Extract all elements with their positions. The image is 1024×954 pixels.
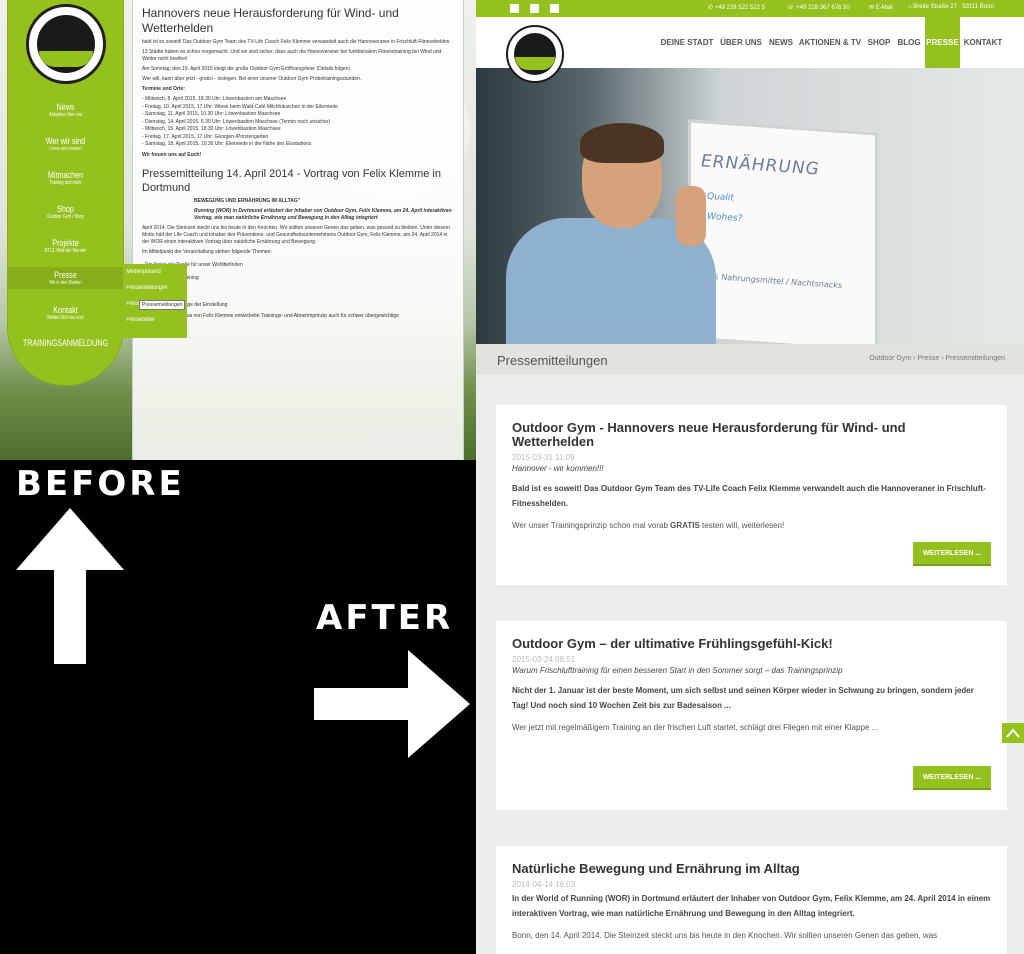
flipchart: ERNÄHRUNG - Qualit - Wohes? 50% Nahrungs… bbox=[688, 119, 878, 344]
nav-deine-stadt[interactable]: DEINE STADT bbox=[659, 17, 715, 68]
old-nav-wer-wir-sind[interactable]: Wer wir sind Lerne uns kennen bbox=[8, 136, 123, 152]
old-content-panel: Hannovers neue Herausforderung für Wind-… bbox=[132, 0, 464, 460]
old-article-title-2: Pressemitteilung 14. April 2014 - Vortra… bbox=[142, 167, 441, 194]
post-text: Wer jetzt mit regelmäßigem Training an d… bbox=[512, 723, 879, 732]
list-item: - Bewegung statt Training bbox=[142, 275, 199, 281]
read-more-button[interactable]: WEITERLESEN ... bbox=[913, 542, 991, 566]
list-item: - Mittwoch, 15. April 2015, 18.30 Uhr: L… bbox=[142, 126, 281, 132]
chevron-up-icon bbox=[1006, 728, 1020, 738]
site-logo[interactable] bbox=[506, 25, 564, 83]
list-item: - Die Natur als Quelle für unser Wohlbef… bbox=[142, 261, 243, 268]
post-title[interactable]: Natürliche Bewegung und Ernährung im All… bbox=[512, 862, 991, 876]
top-bar: ✆ +49 228 522 522 5 ☏ +49 228 367 676 50… bbox=[476, 0, 1024, 17]
instagram-icon[interactable] bbox=[530, 4, 539, 13]
post-card: Natürliche Bewegung und Ernährung im All… bbox=[496, 846, 1007, 954]
old-nav-trainingsanmeldung[interactable]: TRAININGSANMELDUNG bbox=[8, 338, 123, 348]
email-link[interactable]: ✉ E-Mail bbox=[869, 4, 893, 11]
old-paragraph: Am Sonntag, den 19. April 2015 steigt di… bbox=[142, 66, 352, 72]
old-nav-shop[interactable]: Shop Outdoor Gym / Shop bbox=[8, 204, 123, 220]
after-label: AFTER bbox=[316, 598, 454, 638]
after-screenshot: ✆ +49 228 522 522 5 ☏ +49 228 367 676 50… bbox=[476, 0, 1024, 954]
nav-news[interactable]: NEWS bbox=[766, 17, 796, 68]
facebook-icon[interactable] bbox=[510, 4, 519, 13]
nav-ueber-uns[interactable]: ÜBER UNS bbox=[717, 17, 765, 68]
breadcrumb: Outdoor Gym › Presse › Pressemitteilunge… bbox=[869, 355, 1005, 362]
flyout-item[interactable]: Pressebilder bbox=[123, 312, 177, 328]
before-label: BEFORE bbox=[16, 464, 185, 504]
post-title[interactable]: Outdoor Gym – der ultimative Frühlingsge… bbox=[512, 637, 991, 651]
right-arrow-icon bbox=[314, 650, 470, 758]
old-paragraph: Wer will, kann aber jetzt - gratis! - lo… bbox=[142, 76, 362, 82]
breadcrumb-current: Pressemitteilungen bbox=[945, 355, 1005, 362]
title-bar: Pressemitteilungen Outdoor Gym › Presse … bbox=[476, 344, 1024, 374]
old-nav-news[interactable]: News Aktuelles über uns bbox=[8, 102, 123, 118]
presenter-arm bbox=[676, 186, 706, 246]
comparison-image: News Aktuelles über uns Wer wir sind Lerne… bbox=[0, 0, 1024, 954]
presenter-hair bbox=[580, 123, 664, 163]
list-item: - Freitag, 17. April 2015, 17 Uhr: Georg… bbox=[142, 133, 269, 140]
old-paragraph: Wir freuen uns auf Euch! bbox=[142, 151, 202, 158]
old-nav-presse[interactable]: Presse Wir in den Medien bbox=[8, 267, 123, 289]
post-lead: Warum Frischlufttraining für einen besse… bbox=[512, 666, 843, 675]
post-title[interactable]: Outdoor Gym - Hannovers neue Herausforde… bbox=[512, 421, 991, 449]
list-item: - Mittwoch, 8. April 2015, 18.30 Uhr: Lö… bbox=[142, 96, 287, 102]
post-lead: Hannover - wir kommen!!! bbox=[512, 464, 604, 473]
old-paragraph: Running (WOR) in Dortmund erläutert der … bbox=[194, 207, 452, 221]
address: ⌂ Breite Straße 27 · 53111 Bonn bbox=[908, 4, 994, 10]
list-item: - Nie mehr Diät bbox=[142, 289, 454, 297]
flyout-item[interactable]: Pressemeldungen bbox=[123, 280, 177, 296]
old-paragraph: Im Mittelpunkt der Veranstaltung stehen … bbox=[142, 248, 272, 255]
old-paragraph: April 2014. Die Steinzeit steckt uns bis… bbox=[142, 224, 450, 245]
list-item: - Samstag, 11. April 2015, 10.30 Uhr: Lö… bbox=[142, 111, 281, 117]
nav-blog[interactable]: BLOG bbox=[895, 17, 923, 68]
old-topics-list: - Die Natur als Quelle für unser Wohlbef… bbox=[142, 262, 454, 310]
post-date: 2015-03-24 08:51 bbox=[512, 655, 576, 664]
old-paragraph: Wie herausragend das von Felix Klemme en… bbox=[142, 312, 399, 319]
old-tooltip: Pressemeldungen bbox=[139, 300, 186, 310]
old-nav-projekte[interactable]: Projekte RTL2, Welt der Wunder bbox=[8, 238, 123, 254]
old-logo[interactable] bbox=[26, 4, 106, 84]
post-date: 2014-04-14 16:03 bbox=[512, 880, 576, 889]
nav-aktionen-tv[interactable]: AKTIONEN & TV bbox=[798, 17, 862, 68]
post-text: Wer unser Trainingsprinzip schon mal vor… bbox=[512, 521, 785, 530]
up-arrow-icon bbox=[16, 508, 124, 664]
post-text: Bonn, den 14. April 2014. Die Steinzeit … bbox=[512, 931, 938, 940]
read-more-button[interactable]: WEITERLESEN ... bbox=[913, 766, 991, 790]
flyout-item[interactable]: Medienpräsenz bbox=[123, 264, 177, 280]
old-paragraph: Termine und Orte: bbox=[142, 86, 185, 92]
old-nav-kontakt[interactable]: Kontakt Meldet Dich bei uns! bbox=[8, 305, 123, 321]
post-card: Outdoor Gym – der ultimative Frühlingsge… bbox=[496, 621, 1007, 810]
old-paragraph: BEWEGUNG UND ERNÄHRUNG IM ALLTAG" bbox=[194, 197, 301, 204]
old-paragraph: 13 Städte haben es schon vorgemacht. Und… bbox=[142, 49, 442, 62]
post-intro: Nicht der 1. Januar ist der beste Moment… bbox=[512, 686, 974, 710]
old-article-title: Hannovers neue Herausforderung für Wind-… bbox=[142, 6, 399, 35]
scroll-to-top-button[interactable] bbox=[1002, 723, 1024, 743]
list-item: - Gesundheit als Frage der Einstellung bbox=[142, 302, 228, 308]
hero-image: ERNÄHRUNG - Qualit - Wohes? 50% Nahrungs… bbox=[476, 68, 1024, 344]
phone-1[interactable]: ✆ +49 228 522 522 5 bbox=[708, 4, 765, 11]
nav-shop[interactable]: SHOP bbox=[866, 17, 892, 68]
post-intro: Bald ist es soweit! Das Outdoor Gym Team… bbox=[512, 484, 986, 508]
before-screenshot: News Aktuelles über uns Wer wir sind Lerne… bbox=[0, 0, 476, 460]
old-paragraph: bald ist es soweit! Das Outdoor Gym Team… bbox=[142, 39, 451, 45]
list-item: - Samstag, 18. April 2015, 10.30 Uhr: Ei… bbox=[142, 141, 312, 147]
old-dates-list: - Mittwoch, 8. April 2015, 18.30 Uhr: Lö… bbox=[142, 96, 454, 149]
page-title: Pressemitteilungen bbox=[497, 353, 608, 368]
breadcrumb-home[interactable]: Outdoor Gym bbox=[869, 355, 911, 362]
nav-kontakt[interactable]: KONTAKT bbox=[962, 17, 1004, 68]
nav-presse[interactable]: PRESSE bbox=[925, 17, 960, 68]
post-card: Outdoor Gym - Hannovers neue Herausforde… bbox=[496, 405, 1007, 585]
list-item: - Dienstag, 14. April 2015, 6.30 Uhr: Lö… bbox=[142, 118, 331, 125]
google-plus-icon[interactable] bbox=[550, 4, 559, 13]
breadcrumb-presse[interactable]: Presse bbox=[917, 355, 939, 362]
old-nav-mitmachen[interactable]: Mitmachen Training und mehr bbox=[8, 170, 123, 186]
phone-2[interactable]: ☏ +49 228 367 676 50 bbox=[787, 4, 850, 11]
list-item: - Freitag, 10. April 2015, 17 Uhr: Wiese… bbox=[142, 103, 338, 110]
post-date: 2015-03-31 11:09 bbox=[512, 453, 575, 462]
post-intro: In der World of Running (WOR) in Dortmun… bbox=[512, 894, 991, 918]
